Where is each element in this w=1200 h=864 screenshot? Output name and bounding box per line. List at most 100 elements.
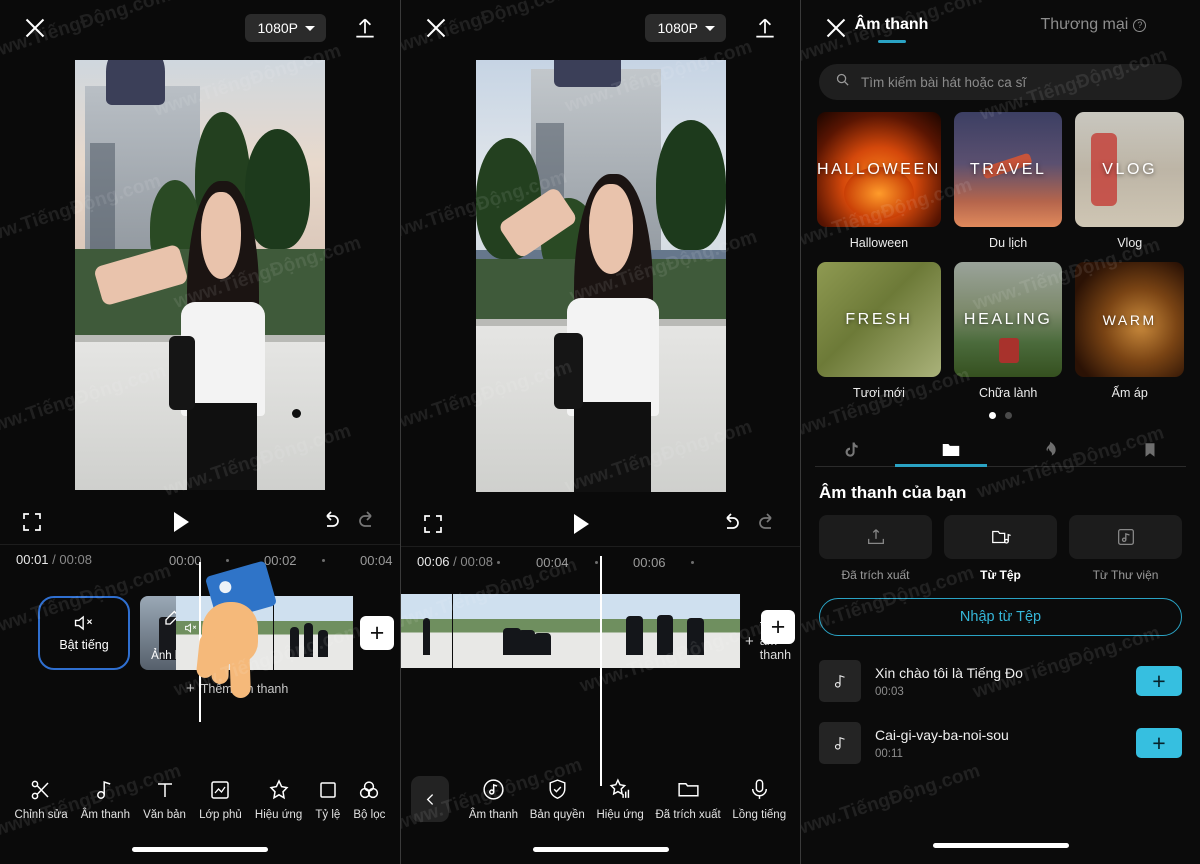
add-clip-label: + [369,618,385,647]
expand-icon[interactable] [421,512,445,536]
search-placeholder: Tìm kiếm bài hát hoặc ca sĩ [861,74,1027,90]
p2-clip-strip[interactable] [401,594,741,668]
p2-player-bar [401,502,800,546]
category-card[interactable]: TRAVEL Du lịch [953,112,1063,250]
resolution-chip[interactable]: 1080P [244,14,326,42]
close-icon[interactable] [22,15,48,41]
category-card[interactable]: FRESH Tươi mới [817,262,941,400]
add-clip-button[interactable]: + [360,616,394,650]
export-icon[interactable] [352,15,378,41]
tool-label: Hiệu ứng [254,808,303,821]
resolution-chip[interactable]: 1080P [644,14,726,42]
p2-timeline[interactable]: + Thêm âm thanh + [401,556,800,786]
p1-clip-strip[interactable] [176,596,354,670]
page-dot-active[interactable] [989,412,996,419]
video-preview[interactable] [75,60,325,490]
expand-icon[interactable] [20,510,44,534]
category-name: Halloween [849,236,909,250]
source-da-trich-xuat[interactable]: Đã trích xuất [819,515,932,582]
mute-button-label: Bật tiếng [59,638,109,652]
add-song-button[interactable]: + [1136,666,1182,696]
video-preview[interactable] [475,60,726,492]
video-clip[interactable] [401,594,453,668]
home-indicator [532,847,669,852]
p1-player-bar [0,500,400,544]
close-icon[interactable] [423,15,449,41]
time-display: 00:01 / 00:08 [16,552,92,567]
export-icon[interactable] [752,15,778,41]
ruler-dot [497,561,500,564]
total-time: 00:08 [59,552,92,567]
tool-hieu-ung[interactable]: Hiệu ứng [596,777,644,821]
skirt [573,402,651,492]
category-art-text: TRAVEL [969,160,1047,178]
mute-button[interactable]: Bật tiếng [38,596,130,670]
add-song-button[interactable]: + [1136,728,1182,758]
tool-long-tieng[interactable]: Lồng tiếng [732,777,786,821]
source-label: Từ Thư viện [1092,568,1159,582]
tool-bo-loc[interactable]: Bộ lọc [353,778,385,821]
source-tu-tep[interactable]: Từ Tệp [944,515,1057,582]
video-clip[interactable] [176,596,274,670]
source-icon-box [944,515,1057,559]
add-clip-button[interactable]: + [761,610,795,644]
nav-folder-icon[interactable] [901,433,1001,467]
nav-flame-icon[interactable] [1001,433,1101,467]
help-icon[interactable]: ? [1133,19,1147,32]
import-from-file-button[interactable]: Nhập từ Tệp [819,598,1182,636]
play-icon[interactable] [173,512,189,532]
p1-bottom-toolbar: Chỉnh sửa Âm thanh Văn bản Lớp phủ Hiệu … [0,768,400,830]
tool-label: Đã trích xuất [655,809,721,821]
redo-icon[interactable] [756,510,780,539]
tool-chinh-sua[interactable]: Chỉnh sửa [15,778,68,821]
tool-da-trich-xuat[interactable]: Đã trích xuất [655,777,721,821]
ruler-tick: 00:06 [633,555,666,570]
tool-am-thanh[interactable]: Âm thanh [81,778,130,821]
p1-timeline[interactable]: Bật tiếng Ảnh bìa + + Thêm âm thanh [0,562,400,724]
resolution-label: 1080P [257,20,298,36]
playhead[interactable] [600,556,602,786]
video-clip[interactable] [274,596,354,670]
page-indicator [801,412,1200,419]
tab-thuong-mai[interactable]: Thương mại? [1040,16,1147,43]
tool-hieu-ung[interactable]: Hiệu ứng [255,778,302,821]
current-time: 00:06 [417,554,450,569]
undo-icon[interactable] [718,510,742,539]
play-icon[interactable] [574,514,589,534]
video-clip[interactable] [601,594,741,668]
subject-person [497,146,671,492]
category-art-text: HEALING [963,310,1053,328]
tool-ban-quyen[interactable]: Bản quyền [530,777,585,821]
tool-ty-le[interactable]: Tỷ lệ [315,778,340,821]
category-card[interactable]: WARM Ấm áp [1075,262,1184,400]
resolution-label: 1080P [657,20,698,36]
tab-am-thanh[interactable]: Âm thanh [855,16,929,43]
nav-tiktok-note-icon[interactable] [801,433,901,467]
nav-active-underline [894,464,987,467]
page-dot[interactable] [1005,412,1012,419]
video-clip[interactable] [453,594,601,668]
p2-preview-wrap [401,56,800,492]
tool-am-thanh[interactable]: Âm thanh [469,777,518,821]
search-input[interactable]: Tìm kiếm bài hát hoặc ca sĩ [819,64,1182,100]
add-song-label: + [1152,729,1166,756]
list-item[interactable]: Cai-gi-vay-ba-noi-sou 00:11 + [801,712,1200,774]
redo-icon[interactable] [356,508,380,537]
category-card[interactable]: HALLOWEEN Halloween [817,112,941,250]
category-name: Ấm áp [1111,386,1148,400]
nav-bookmark-icon[interactable] [1100,433,1200,467]
source-tu-thu-vien[interactable]: Từ Thư viện [1069,515,1182,582]
list-item[interactable]: Xin chào tôi là Tiếng Đo 00:03 + [801,650,1200,712]
tool-van-ban[interactable]: Văn bản [143,778,186,821]
song-duration: 00:03 [875,685,904,698]
undo-icon[interactable] [318,508,342,537]
tool-label: Chỉnh sửa [14,808,68,821]
tool-label: Âm thanh [80,808,130,821]
playhead[interactable] [199,562,201,722]
tool-lop-phu[interactable]: Lớp phủ [199,778,242,821]
category-card[interactable]: VLOG Vlog [1075,112,1184,250]
song-name: Cai-gi-vay-ba-noi-sou [875,726,1009,743]
category-card[interactable]: HEALING Chữa lành [953,262,1063,400]
song-meta: Xin chào tôi là Tiếng Đo 00:03 [875,665,1122,698]
add-audio-track[interactable]: + Thêm âm thanh [186,680,288,697]
